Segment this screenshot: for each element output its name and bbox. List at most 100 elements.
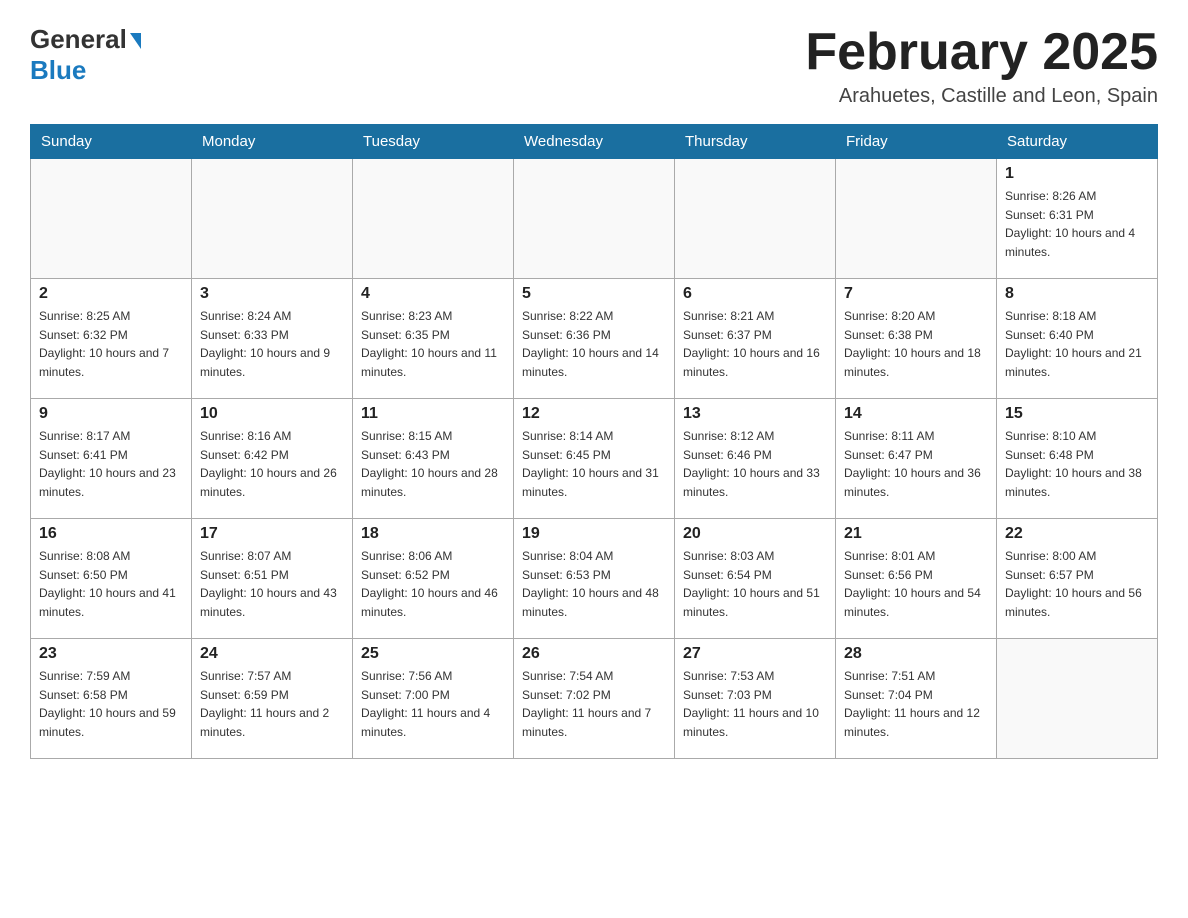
day-info: Sunrise: 8:23 AM Sunset: 6:35 PM Dayligh…: [361, 307, 505, 381]
table-row: 18 Sunrise: 8:06 AM Sunset: 6:52 PM Dayli…: [353, 519, 514, 639]
header-wednesday: Wednesday: [514, 125, 675, 159]
day-info: Sunrise: 7:53 AM Sunset: 7:03 PM Dayligh…: [683, 667, 827, 741]
day-info: Sunrise: 7:57 AM Sunset: 6:59 PM Dayligh…: [200, 667, 344, 741]
day-number: 16: [39, 525, 183, 543]
day-number: 18: [361, 525, 505, 543]
logo-blue-text: Blue: [30, 55, 86, 85]
table-row: 13 Sunrise: 8:12 AM Sunset: 6:46 PM Dayli…: [675, 399, 836, 519]
day-number: 3: [200, 285, 344, 303]
day-number: 20: [683, 525, 827, 543]
day-number: 27: [683, 645, 827, 663]
table-row: 12 Sunrise: 8:14 AM Sunset: 6:45 PM Dayli…: [514, 399, 675, 519]
day-info: Sunrise: 8:06 AM Sunset: 6:52 PM Dayligh…: [361, 547, 505, 621]
table-row: 5 Sunrise: 8:22 AM Sunset: 6:36 PM Daylig…: [514, 279, 675, 399]
table-row: 27 Sunrise: 7:53 AM Sunset: 7:03 PM Dayli…: [675, 639, 836, 759]
day-info: Sunrise: 8:10 AM Sunset: 6:48 PM Dayligh…: [1005, 427, 1149, 501]
day-info: Sunrise: 8:18 AM Sunset: 6:40 PM Dayligh…: [1005, 307, 1149, 381]
day-info: Sunrise: 8:25 AM Sunset: 6:32 PM Dayligh…: [39, 307, 183, 381]
day-number: 25: [361, 645, 505, 663]
table-row: 28 Sunrise: 7:51 AM Sunset: 7:04 PM Dayli…: [836, 639, 997, 759]
table-row: 1Sunrise: 8:26 AM Sunset: 6:31 PM Daylig…: [997, 159, 1158, 279]
day-info: Sunrise: 8:24 AM Sunset: 6:33 PM Dayligh…: [200, 307, 344, 381]
month-title: February 2025: [805, 24, 1158, 81]
day-info: Sunrise: 8:01 AM Sunset: 6:56 PM Dayligh…: [844, 547, 988, 621]
day-info: Sunrise: 7:54 AM Sunset: 7:02 PM Dayligh…: [522, 667, 666, 741]
table-row: 15Sunrise: 8:10 AM Sunset: 6:48 PM Dayli…: [997, 399, 1158, 519]
day-number: 24: [200, 645, 344, 663]
day-number: 5: [522, 285, 666, 303]
day-number: 23: [39, 645, 183, 663]
day-number: 6: [683, 285, 827, 303]
table-row: 21 Sunrise: 8:01 AM Sunset: 6:56 PM Dayli…: [836, 519, 997, 639]
table-row: 22 Sunrise: 8:00 AM Sunset: 6:57 PM Dayli…: [997, 519, 1158, 639]
table-row: [192, 159, 353, 279]
day-info: Sunrise: 8:14 AM Sunset: 6:45 PM Dayligh…: [522, 427, 666, 501]
table-row: 10Sunrise: 8:16 AM Sunset: 6:42 PM Dayli…: [192, 399, 353, 519]
day-info: Sunrise: 7:51 AM Sunset: 7:04 PM Dayligh…: [844, 667, 988, 741]
table-row: 2 Sunrise: 8:25 AM Sunset: 6:32 PM Daylig…: [31, 279, 192, 399]
day-number: 21: [844, 525, 988, 543]
table-row: [997, 639, 1158, 759]
table-row: 9 Sunrise: 8:17 AM Sunset: 6:41 PM Daylig…: [31, 399, 192, 519]
day-info: Sunrise: 8:11 AM Sunset: 6:47 PM Dayligh…: [844, 427, 988, 501]
day-info: Sunrise: 8:26 AM Sunset: 6:31 PM Dayligh…: [1005, 187, 1149, 261]
day-info: Sunrise: 8:03 AM Sunset: 6:54 PM Dayligh…: [683, 547, 827, 621]
table-row: 3 Sunrise: 8:24 AM Sunset: 6:33 PM Daylig…: [192, 279, 353, 399]
table-row: [675, 159, 836, 279]
day-info: Sunrise: 8:07 AM Sunset: 6:51 PM Dayligh…: [200, 547, 344, 621]
table-row: 24 Sunrise: 7:57 AM Sunset: 6:59 PM Dayli…: [192, 639, 353, 759]
day-info: Sunrise: 8:22 AM Sunset: 6:36 PM Dayligh…: [522, 307, 666, 381]
calendar-week-row: 2 Sunrise: 8:25 AM Sunset: 6:32 PM Daylig…: [31, 279, 1158, 399]
day-info: Sunrise: 8:21 AM Sunset: 6:37 PM Dayligh…: [683, 307, 827, 381]
day-info: Sunrise: 8:12 AM Sunset: 6:46 PM Dayligh…: [683, 427, 827, 501]
table-row: 6 Sunrise: 8:21 AM Sunset: 6:37 PM Daylig…: [675, 279, 836, 399]
day-number: 11: [361, 405, 505, 423]
day-number: 19: [522, 525, 666, 543]
weekday-header-row: Sunday Monday Tuesday Wednesday Thursday…: [31, 125, 1158, 159]
table-row: 8 Sunrise: 8:18 AM Sunset: 6:40 PM Daylig…: [997, 279, 1158, 399]
logo-triangle-icon: [130, 33, 141, 49]
header-saturday: Saturday: [997, 125, 1158, 159]
table-row: 11Sunrise: 8:15 AM Sunset: 6:43 PM Dayli…: [353, 399, 514, 519]
table-row: 25 Sunrise: 7:56 AM Sunset: 7:00 PM Dayli…: [353, 639, 514, 759]
day-number: 17: [200, 525, 344, 543]
table-row: 4Sunrise: 8:23 AM Sunset: 6:35 PM Daylig…: [353, 279, 514, 399]
table-row: 26 Sunrise: 7:54 AM Sunset: 7:02 PM Dayli…: [514, 639, 675, 759]
calendar-week-row: 1Sunrise: 8:26 AM Sunset: 6:31 PM Daylig…: [31, 159, 1158, 279]
table-row: [31, 159, 192, 279]
table-row: 14 Sunrise: 8:11 AM Sunset: 6:47 PM Dayli…: [836, 399, 997, 519]
table-row: 16Sunrise: 8:08 AM Sunset: 6:50 PM Dayli…: [31, 519, 192, 639]
day-number: 7: [844, 285, 988, 303]
day-info: Sunrise: 8:00 AM Sunset: 6:57 PM Dayligh…: [1005, 547, 1149, 621]
day-number: 9: [39, 405, 183, 423]
day-info: Sunrise: 8:04 AM Sunset: 6:53 PM Dayligh…: [522, 547, 666, 621]
header-thursday: Thursday: [675, 125, 836, 159]
table-row: 23Sunrise: 7:59 AM Sunset: 6:58 PM Dayli…: [31, 639, 192, 759]
title-section: February 2025 Arahuetes, Castille and Le…: [805, 24, 1158, 108]
day-info: Sunrise: 8:16 AM Sunset: 6:42 PM Dayligh…: [200, 427, 344, 501]
day-number: 2: [39, 285, 183, 303]
day-number: 26: [522, 645, 666, 663]
table-row: 20 Sunrise: 8:03 AM Sunset: 6:54 PM Dayli…: [675, 519, 836, 639]
day-number: 8: [1005, 285, 1149, 303]
day-number: 13: [683, 405, 827, 423]
table-row: [836, 159, 997, 279]
calendar-week-row: 9 Sunrise: 8:17 AM Sunset: 6:41 PM Daylig…: [31, 399, 1158, 519]
table-row: 17 Sunrise: 8:07 AM Sunset: 6:51 PM Dayli…: [192, 519, 353, 639]
table-row: [353, 159, 514, 279]
day-info: Sunrise: 7:56 AM Sunset: 7:00 PM Dayligh…: [361, 667, 505, 741]
day-number: 14: [844, 405, 988, 423]
header-tuesday: Tuesday: [353, 125, 514, 159]
day-number: 12: [522, 405, 666, 423]
day-number: 28: [844, 645, 988, 663]
logo: General Blue: [30, 24, 141, 86]
location-subtitle: Arahuetes, Castille and Leon, Spain: [805, 85, 1158, 108]
calendar-table: Sunday Monday Tuesday Wednesday Thursday…: [30, 124, 1158, 759]
page-header: General Blue February 2025 Arahuetes, Ca…: [30, 24, 1158, 108]
table-row: [514, 159, 675, 279]
header-sunday: Sunday: [31, 125, 192, 159]
day-number: 22: [1005, 525, 1149, 543]
header-friday: Friday: [836, 125, 997, 159]
day-info: Sunrise: 8:17 AM Sunset: 6:41 PM Dayligh…: [39, 427, 183, 501]
calendar-week-row: 23Sunrise: 7:59 AM Sunset: 6:58 PM Dayli…: [31, 639, 1158, 759]
